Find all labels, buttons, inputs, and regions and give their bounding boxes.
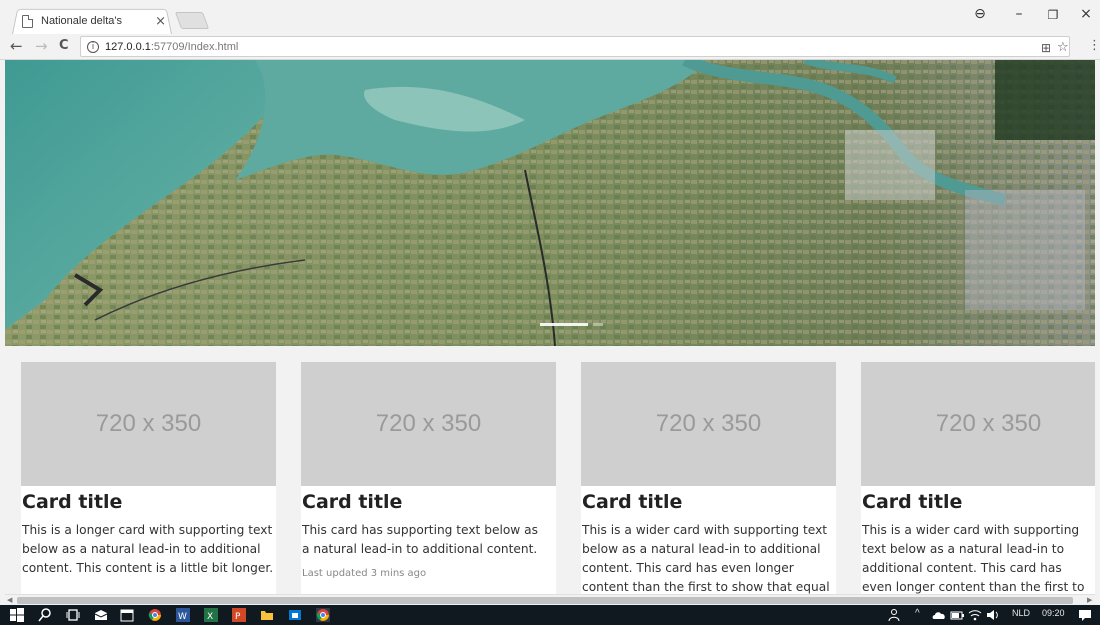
card-image-placeholder: 720 x 350 — [861, 362, 1095, 486]
store-icon[interactable] — [288, 608, 302, 622]
minimize-button[interactable]: – — [1007, 6, 1031, 22]
battery-icon[interactable] — [950, 608, 964, 622]
address-bar[interactable]: i 127.0.0.1 :57709/Index.html ⊞ ☆ — [80, 36, 1070, 57]
card-image-label: 720 x 350 — [95, 410, 202, 437]
satellite-image — [5, 60, 1095, 346]
menu-icon[interactable]: ⋮ — [1088, 38, 1100, 53]
svg-text:W: W — [178, 612, 187, 622]
forest-area — [995, 60, 1095, 140]
card: 720 x 350 Card title This is a wider car… — [581, 362, 836, 594]
language-indicator[interactable]: NLD — [1012, 608, 1030, 618]
file-explorer-icon[interactable] — [260, 608, 274, 622]
hero-carousel[interactable] — [5, 60, 1095, 346]
word-icon[interactable]: W — [176, 608, 190, 622]
new-tab-button[interactable] — [174, 12, 210, 29]
url-path: :57709/Index.html — [150, 40, 239, 53]
translate-icon[interactable]: ⊞ — [1041, 41, 1051, 55]
back-button[interactable]: ← — [10, 37, 23, 55]
task-view-icon[interactable] — [66, 608, 80, 622]
info-icon[interactable]: i — [87, 40, 99, 53]
bookmark-star-icon[interactable]: ☆ — [1057, 40, 1069, 55]
wifi-icon[interactable] — [968, 608, 982, 622]
restore-button[interactable]: ❐ — [1041, 8, 1065, 22]
action-center-icon[interactable] — [1078, 608, 1092, 622]
card-updated-text: Last updated 3 mins ago — [302, 568, 427, 579]
clock[interactable]: 09:20 — [1042, 608, 1065, 618]
calendar-icon[interactable] — [120, 608, 134, 622]
volume-icon[interactable] — [986, 608, 1000, 622]
card-text: This is a wider card with supporting tex… — [862, 523, 1085, 594]
card-text: This is a longer card with supporting te… — [22, 523, 274, 575]
card-text: This card has supporting text below as a… — [302, 523, 538, 556]
powerpoint-icon[interactable]: P — [232, 608, 246, 622]
tab-close-icon[interactable]: × — [155, 14, 166, 29]
people-icon[interactable] — [888, 608, 902, 622]
browser-toolbar: ← → C i 127.0.0.1 :57709/Index.html ⊞ ☆ … — [0, 34, 1100, 60]
svg-text:P: P — [235, 612, 241, 622]
carousel-indicator[interactable] — [593, 323, 603, 326]
card-image-label: 720 x 350 — [655, 410, 762, 437]
mail-icon[interactable] — [94, 608, 108, 622]
carousel-indicator-active[interactable] — [540, 323, 588, 326]
card: 720 x 350 Card title This is a longer ca… — [21, 362, 276, 594]
taskbar: W X P ^ NLD 09:20 — [0, 605, 1100, 625]
svg-text:X: X — [207, 612, 213, 622]
city-area — [965, 190, 1085, 310]
chrome-icon[interactable] — [148, 608, 162, 622]
card-image-label: 720 x 350 — [935, 410, 1042, 437]
card-text: This is a wider card with supporting tex… — [582, 523, 830, 594]
card-title: Card title — [582, 491, 683, 513]
card-title: Card title — [22, 491, 123, 513]
tab-title: Nationale delta's — [41, 15, 122, 27]
reload-button[interactable]: C — [59, 38, 69, 53]
forward-button[interactable]: → — [35, 37, 48, 55]
card: 720 x 350 Card title This card has suppo… — [301, 362, 556, 594]
page-icon — [22, 14, 33, 28]
scrollbar-thumb[interactable] — [17, 597, 1073, 604]
card-title: Card title — [862, 491, 963, 513]
search-icon[interactable] — [38, 608, 52, 622]
close-window-button[interactable]: × — [1074, 6, 1098, 22]
page-viewport: 720 x 350 Card title This is a longer ca… — [5, 60, 1095, 594]
card-image-label: 720 x 350 — [375, 410, 482, 437]
url-host: 127.0.0.1 — [105, 40, 151, 53]
card-image-placeholder: 720 x 350 — [581, 362, 836, 486]
card-image-placeholder: 720 x 350 — [21, 362, 276, 486]
tab-strip: Nationale delta's × ⊖ – ❐ × — [0, 0, 1100, 35]
profile-icon[interactable]: ⊖ — [968, 6, 992, 22]
card-deck: 720 x 350 Card title This is a longer ca… — [21, 362, 1095, 594]
horizontal-scrollbar[interactable]: ◀ ▶ — [5, 594, 1095, 605]
chrome-active-icon[interactable] — [316, 608, 330, 622]
card: 720 x 350 Card title This is a wider car… — [861, 362, 1095, 594]
excel-icon[interactable]: X — [204, 608, 218, 622]
tray-chevron-icon[interactable]: ^ — [915, 608, 920, 619]
port-area — [845, 130, 935, 200]
card-image-placeholder: 720 x 350 — [301, 362, 556, 486]
browser-chrome: Nationale delta's × ⊖ – ❐ × ← → C i 127.… — [0, 0, 1100, 60]
card-title: Card title — [302, 491, 403, 513]
browser-tab-content[interactable]: Nationale delta's × — [22, 10, 172, 32]
windows-start-icon[interactable] — [10, 608, 24, 622]
onedrive-icon[interactable] — [932, 608, 946, 622]
